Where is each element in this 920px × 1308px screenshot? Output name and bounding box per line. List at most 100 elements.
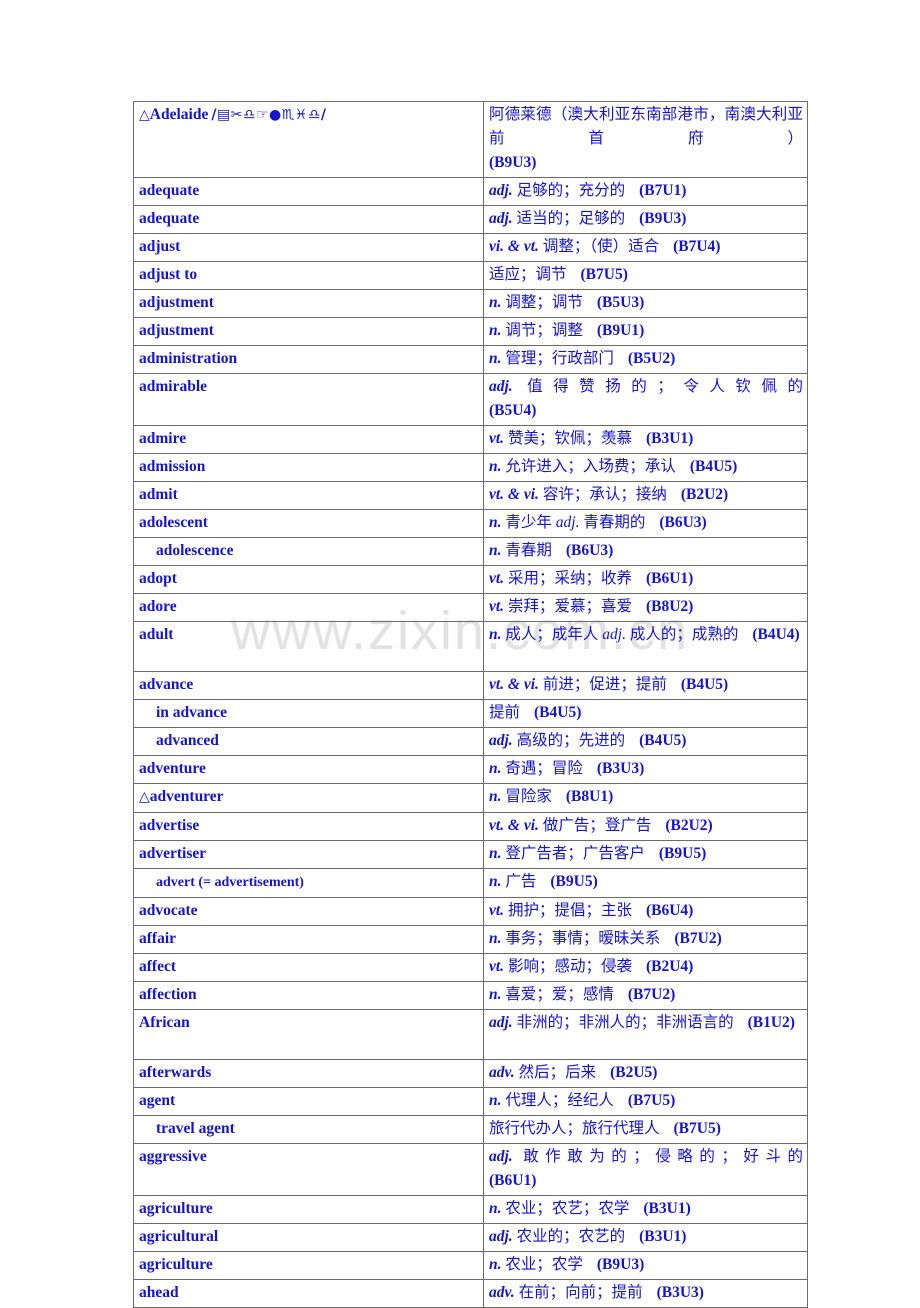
definition-text: n. 允许进入；入场费；承认 (B4U5)	[489, 458, 737, 475]
table-row: affection n. 喜爱；爱；感情 (B7U2)	[133, 981, 808, 1010]
term-cell: advocate	[133, 897, 484, 926]
term-text: admire	[139, 430, 186, 447]
term-label: adjustment	[139, 322, 214, 339]
chinese-meaning: 采用；采纳；收养	[507, 570, 632, 587]
term-text: adequate	[139, 182, 199, 199]
term-text: △Adelaide/▤✂︎♎☞●♏♓♎/	[139, 106, 327, 123]
chinese-meaning: 冒险家	[505, 788, 552, 805]
table-row: adolescence n. 青春期 (B6U3)	[133, 537, 808, 566]
term-cell: admirable	[133, 373, 484, 426]
definition-text: adj. 适当的；足够的 (B9U3)	[489, 210, 686, 227]
chinese-meaning: 代理人；经纪人	[505, 1092, 614, 1109]
term-label: admire	[139, 430, 187, 447]
term-label: administration	[139, 350, 238, 367]
definition-cell: n. 调节；调整 (B9U1)	[483, 317, 808, 346]
term-text: agriculture	[139, 1200, 213, 1217]
term-label: affair	[139, 930, 177, 947]
definition-text: vt. & vi. 前进；促进；提前 (B4U5)	[489, 676, 728, 693]
definition-text: n. 登广告者；广告客户 (B9U5)	[489, 845, 706, 862]
book-unit-reference: (B9U1)	[596, 322, 645, 339]
part-of-speech: adv.	[489, 1284, 515, 1301]
table-row: in advance 提前 (B4U5)	[133, 699, 808, 728]
definition-text: n. 调整；调节 (B5U3)	[489, 294, 644, 311]
book-unit-reference: (B5U4)	[489, 402, 537, 419]
term-text: in advance	[139, 704, 227, 721]
definition-cell: vt. 赞美；钦佩；羡慕 (B3U1)	[483, 425, 808, 454]
definition-text: vt. 影响；感动；侵袭 (B2U4)	[489, 958, 693, 975]
term-cell: adequate	[133, 177, 484, 206]
chinese-meaning: 提前	[489, 704, 521, 721]
definition-text: adj. 农业的；农艺的 (B3U1)	[489, 1228, 686, 1245]
term-cell: advert (= advertisement)	[133, 868, 484, 898]
chinese-meaning: 允许进入；入场费；承认	[505, 458, 676, 475]
table-row: △Adelaide/▤✂︎♎☞●♏♓♎/ 阿德莱德（澳大利亚东南部港市，南澳大利亚…	[133, 101, 808, 178]
phonetic-transcription: /▤✂︎♎☞●♏♓♎/	[211, 107, 327, 123]
chinese-meaning: 农业的；农艺的	[516, 1228, 626, 1245]
triangle-marker-icon: △	[139, 108, 150, 123]
part-of-speech: vt.	[489, 598, 505, 615]
part-of-speech: vt.	[489, 430, 505, 447]
chinese-meaning: 青少年 adj. 青春期的	[505, 514, 646, 531]
part-of-speech: vt.	[489, 958, 505, 975]
term-label: advocate	[139, 902, 198, 919]
term-cell: adolescence	[133, 537, 484, 566]
term-cell: affection	[133, 981, 484, 1010]
part-of-speech: n.	[489, 542, 502, 559]
term-text: admission	[139, 458, 205, 475]
term-label: admission	[139, 458, 206, 475]
table-row: admission n. 允许进入；入场费；承认 (B4U5)	[133, 453, 808, 482]
term-cell: affair	[133, 925, 484, 954]
definition-cell: adj. 适当的；足够的 (B9U3)	[483, 205, 808, 234]
part-of-speech: n.	[489, 760, 502, 777]
term-text: affair	[139, 930, 176, 947]
definition-cell: adj. 高级的；先进的 (B4U5)	[483, 727, 808, 756]
term-text: ahead	[139, 1284, 179, 1301]
book-unit-reference: (B4U5)	[680, 676, 729, 693]
term-text: agent	[139, 1092, 175, 1109]
definition-text: vt. & vi. 容许；承认；接纳 (B2U2)	[489, 486, 728, 503]
definition-text: adj. 足够的；充分的 (B7U1)	[489, 182, 686, 199]
term-cell: agent	[133, 1087, 484, 1116]
part-of-speech: adj.	[489, 210, 513, 227]
table-row: administration n. 管理；行政部门 (B5U2)	[133, 345, 808, 374]
chinese-meaning: 高级的；先进的	[516, 732, 626, 749]
definition-text: n. 事务；事情；暧昧关系 (B7U2)	[489, 930, 722, 947]
term-cell: advance	[133, 671, 484, 700]
term-cell: admit	[133, 481, 484, 510]
table-row: advertiser n. 登广告者；广告客户 (B9U5)	[133, 840, 808, 869]
term-label: admit	[139, 486, 178, 503]
definition-cell: n. 广告 (B9U5)	[483, 868, 808, 898]
term-text: African	[139, 1014, 190, 1031]
term-label: adjust to	[139, 266, 198, 283]
term-cell: African	[133, 1009, 484, 1060]
term-label: afterwards	[139, 1064, 212, 1081]
part-of-speech: n.	[489, 788, 502, 805]
definition-text: n. 成人；成年人 adj. 成人的；成熟的 (B4U4)	[489, 626, 800, 643]
part-of-speech: n.	[489, 1092, 502, 1109]
definition-text: adj. 高级的；先进的 (B4U5)	[489, 732, 686, 749]
part-of-speech: adj.	[489, 1228, 513, 1245]
term-label: African	[139, 1014, 190, 1031]
term-cell: admission	[133, 453, 484, 482]
term-cell: travel agent	[133, 1115, 484, 1144]
term-cell: adequate	[133, 205, 484, 234]
chinese-meaning: 然后；后来	[518, 1064, 597, 1081]
part-of-speech: n.	[489, 873, 502, 890]
term-cell: administration	[133, 345, 484, 374]
term-label: adequate	[139, 182, 200, 199]
definition-cell: vt. & vi. 做广告；登广告 (B2U2)	[483, 812, 808, 841]
book-unit-reference: (B7U1)	[639, 182, 687, 199]
definition-text: n. 青少年 adj. 青春期的 (B6U3)	[489, 514, 707, 531]
term-text: adolescent	[139, 514, 208, 531]
table-row: adequate adj. 足够的；充分的 (B7U1)	[133, 177, 808, 206]
chinese-meaning: 敢作敢为的；侵略的；好斗的	[523, 1148, 803, 1165]
definition-text: n. 管理；行政部门 (B5U2)	[489, 350, 675, 367]
part-of-speech: adj.	[489, 732, 513, 749]
term-label: aggressive	[139, 1148, 207, 1165]
vocabulary-table-body: △Adelaide/▤✂︎♎☞●♏♓♎/阿德莱德（澳大利亚东南部港市，南澳大利亚…	[133, 101, 808, 1308]
book-unit-reference: (B7U2)	[627, 986, 676, 1003]
book-unit-reference: (B9U5)	[550, 873, 598, 890]
term-cell: affect	[133, 953, 484, 982]
book-unit-reference: (B9U3)	[596, 1256, 645, 1273]
term-text: adjust	[139, 238, 180, 255]
